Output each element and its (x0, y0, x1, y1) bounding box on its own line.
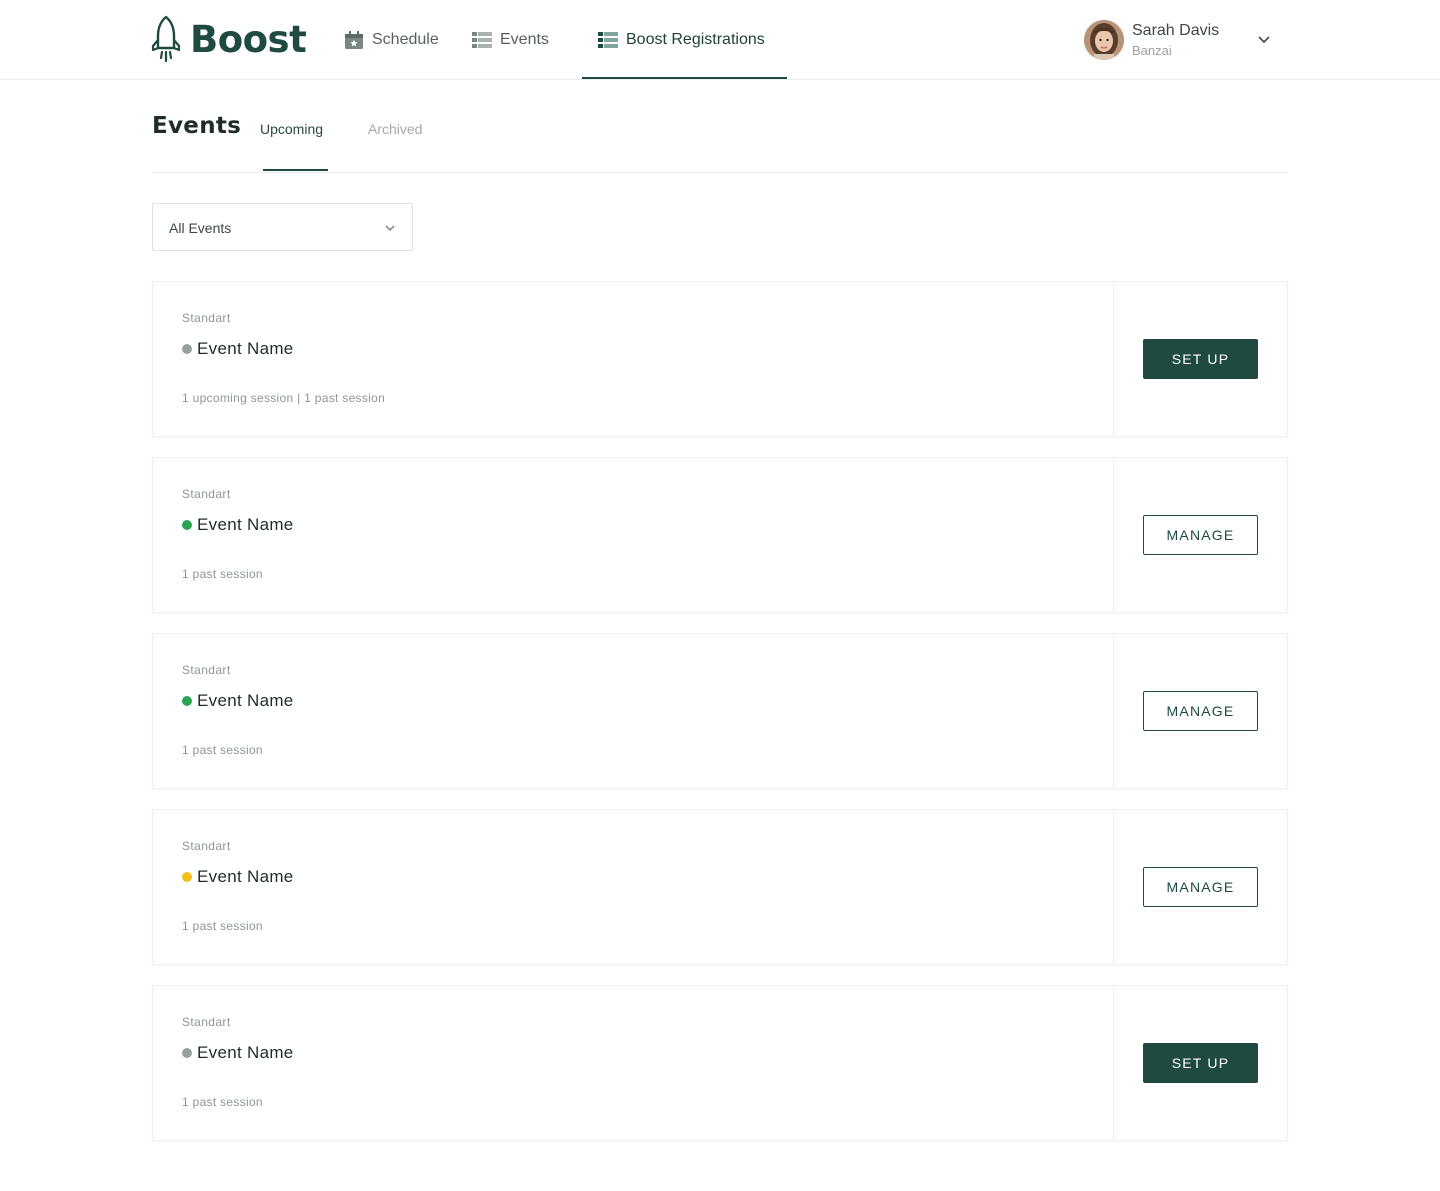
brand-name: Boost (190, 17, 307, 61)
event-type: Standart (182, 1015, 231, 1029)
nav-schedule-label: Schedule (372, 31, 439, 48)
event-sessions: 1 past session (182, 1095, 263, 1109)
event-sessions: 1 past session (182, 919, 263, 933)
event-name: Event Name (197, 1043, 294, 1062)
event-sessions: 1 upcoming session | 1 past session (182, 391, 386, 405)
avatar (1084, 20, 1124, 60)
event-action-button[interactable]: SET UP (1143, 339, 1258, 379)
tab-archived[interactable]: Archived (368, 121, 422, 137)
page-title: Events (152, 113, 242, 139)
nav-boost-registrations-label: Boost Registrations (626, 31, 765, 48)
nav-events[interactable]: Events (472, 0, 549, 80)
status-dot (182, 520, 192, 530)
calendar-star-icon (345, 31, 363, 49)
event-name: Event Name (197, 691, 294, 710)
event-type: Standart (182, 311, 231, 325)
status-dot (182, 1048, 192, 1058)
event-type: Standart (182, 839, 231, 853)
event-card: Standart Event Name 1 past session MANAG… (152, 457, 1288, 613)
events-filter-value: All Events (169, 220, 232, 236)
tab-upcoming[interactable]: Upcoming (260, 121, 323, 137)
nav-active-indicator (582, 77, 787, 79)
heading-divider (152, 172, 1288, 173)
nav-schedule[interactable]: Schedule (344, 0, 439, 80)
event-type: Standart (182, 663, 231, 677)
card-divider (1113, 458, 1114, 612)
event-action-button[interactable]: MANAGE (1143, 867, 1258, 907)
event-name: Event Name (197, 339, 294, 358)
user-menu[interactable]: Sarah Davis Banzai (1084, 20, 1219, 60)
nav-events-label: Events (500, 31, 549, 48)
event-card: Standart Event Name 1 past session MANAG… (152, 809, 1288, 965)
nav-boost-registrations[interactable]: Boost Registrations (598, 0, 765, 80)
event-card: Standart Event Name 1 upcoming session |… (152, 281, 1288, 437)
event-action-button[interactable]: MANAGE (1143, 515, 1258, 555)
event-type: Standart (182, 487, 231, 501)
card-divider (1113, 282, 1114, 436)
card-divider (1113, 634, 1114, 788)
status-dot (182, 872, 192, 882)
list-green-icon (598, 32, 618, 48)
list-icon (472, 32, 492, 48)
events-filter-select[interactable]: All Events (152, 203, 413, 251)
rocket-icon (151, 15, 181, 63)
status-dot (182, 696, 192, 706)
user-name: Sarah Davis (1132, 21, 1220, 39)
status-dot (182, 344, 192, 354)
brand-logo[interactable]: Boost (150, 14, 307, 64)
event-action-button[interactable]: SET UP (1143, 1043, 1258, 1083)
card-divider (1113, 810, 1114, 964)
card-divider (1113, 986, 1114, 1140)
top-navbar: Boost Schedule Events Boost Registration… (0, 0, 1440, 80)
event-card: Standart Event Name 1 past session MANAG… (152, 633, 1288, 789)
chevron-down-icon[interactable] (1256, 33, 1272, 47)
event-action-button[interactable]: MANAGE (1143, 691, 1258, 731)
tab-active-indicator (263, 169, 328, 171)
chevron-down-icon (385, 225, 395, 231)
event-sessions: 1 past session (182, 743, 263, 757)
user-organization: Banzai (1132, 42, 1172, 58)
event-card: Standart Event Name 1 past session SET U… (152, 985, 1288, 1141)
event-name: Event Name (197, 867, 294, 886)
event-sessions: 1 past session (182, 567, 263, 581)
event-name: Event Name (197, 515, 294, 534)
